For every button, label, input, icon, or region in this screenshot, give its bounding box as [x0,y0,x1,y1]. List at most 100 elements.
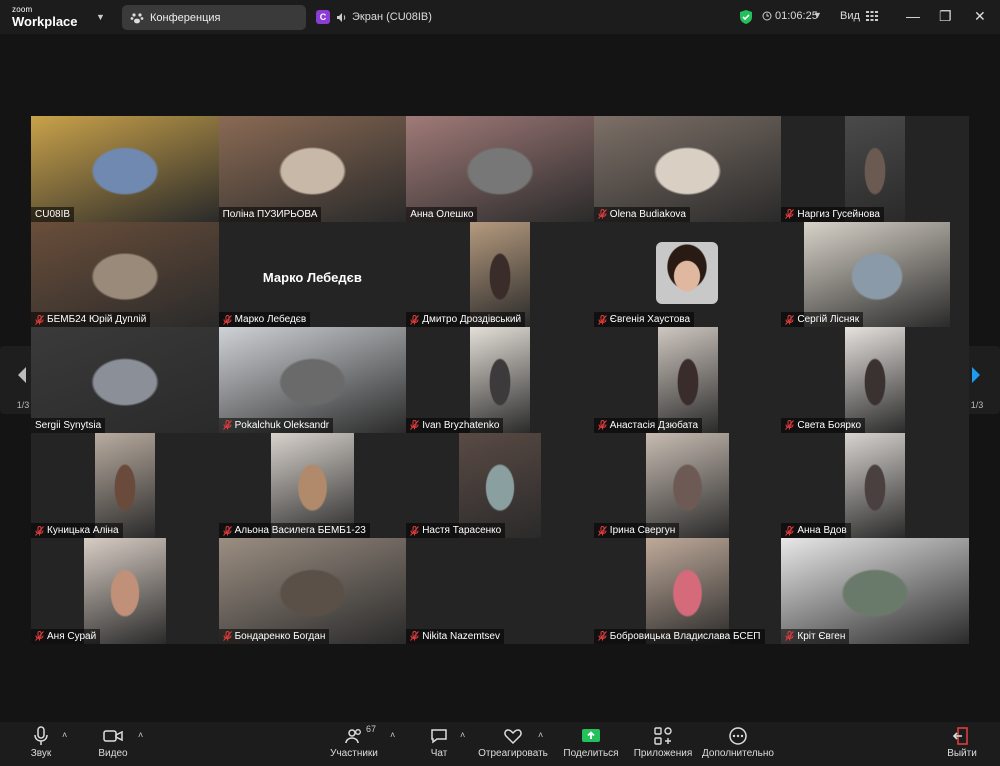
participant-tile[interactable]: Анна Вдов [781,432,969,539]
muted-microphone-icon [597,209,607,219]
participant-name: Sergii Synytsia [35,419,102,431]
minimize-icon[interactable]: — [906,8,920,24]
participant-tile[interactable]: Настя Тарасенко [406,432,594,539]
chevron-down-icon[interactable]: ▼ [96,12,105,22]
video-options-chevron-icon[interactable]: ˄ [138,730,143,740]
more-button[interactable]: Дополнительно [702,726,774,759]
participant-name-bar: Olena Budiakova [593,206,690,222]
screen-share-indicator[interactable]: C Экран (CU08IB) [316,10,432,24]
participant-name-bar: Ivan Bryzhatenko [406,417,504,433]
apps-button[interactable]: Приложения [632,726,694,759]
participant-name: Аня Сурай [47,630,97,642]
participant-tile[interactable]: Света Боярко [781,327,969,433]
participant-tile[interactable]: БЕМБ24 Юрій Дуплій [31,221,219,328]
video-button[interactable]: Видео [98,726,128,759]
participant-name: Бобровицька Владислава БСЕП [609,630,761,642]
participant-name-bar: Куницька Аліна [31,523,123,539]
participant-name-bar: Sergii Synytsia [31,417,106,433]
participant-name: Настя Тарасенко [422,525,502,537]
participant-name-bar: БЕМБ24 Юрій Дуплій [31,312,151,328]
close-icon[interactable]: ✕ [974,8,986,25]
leave-label: Выйти [947,748,977,759]
audio-button[interactable]: Звук [26,726,56,759]
screen-label: Экран (CU08IB) [352,11,432,23]
security-shield-icon[interactable] [739,9,753,25]
video-gallery: CU08IB Поліна ПУЗИРЬОВА Анна Олешко Olena B… [31,116,969,644]
participant-tile[interactable]: Кріт Євген [781,538,969,644]
logo-small-text: zoom [12,5,33,14]
participant-tile[interactable]: Pokalchuk Oleksandr [218,327,407,433]
conference-tab[interactable]: Конференция [122,5,306,30]
grid-icon [865,11,878,21]
muted-microphone-icon [785,420,795,431]
participant-tile[interactable]: Sergii Synytsia [31,327,219,433]
chevron-down-icon[interactable]: ▼ [813,10,822,20]
participant-name: Куницька Аліна [47,525,119,537]
arrow-right-icon [972,367,980,383]
title-bar: zoom Workplace ▼ Конференция C Экран (CU… [0,0,1000,34]
participant-tile[interactable]: Дмитро Дроздівський [406,221,594,328]
participant-name-bar: Наргиз Гусейнова [781,206,884,222]
share-screen-icon [582,729,600,742]
participant-tile[interactable]: Куницька Аліна [31,432,219,539]
leave-button[interactable]: Выйти [944,726,980,759]
meeting-timer[interactable]: 01:06:25 [762,10,818,22]
muted-microphone-icon [35,631,44,642]
muted-microphone-icon [785,631,795,642]
participant-name-bar: Кріт Євген [781,628,850,644]
participant-name: Наргиз Гусейнова [797,208,880,220]
participant-name: Поліна ПУЗИРЬОВА [222,208,318,220]
chat-button[interactable]: Чат [424,726,454,759]
participant-name: Анна Олешко [410,208,474,220]
participant-tile[interactable]: Ірина Свергун [593,432,782,539]
participant-tile[interactable]: Євгенія Хаустова [593,221,782,328]
more-options-icon [729,727,747,745]
muted-microphone-icon [597,314,607,325]
participant-tile[interactable]: CU08IB [31,116,219,222]
participant-tile[interactable]: Анастасія Дзюбата [593,327,782,433]
participant-name-bar: Альона Василега БЕМБ1-23 [218,523,370,539]
participant-tile[interactable]: Анна Олешко [406,116,594,222]
participant-tile[interactable]: Альона Василега БЕМБ1-23 [218,432,407,539]
participant-name-bar: Поліна ПУЗИРЬОВА [218,206,322,222]
participants-options-chevron-icon[interactable]: ˄ [390,730,395,740]
heart-icon [504,729,522,745]
view-button[interactable]: Вид [840,10,878,22]
muted-microphone-icon [222,525,232,536]
participant-name: CU08IB [35,208,71,220]
view-label: Вид [840,10,860,22]
participant-name-bar: Бобровицька Владислава БСЕП [593,628,765,644]
participant-tile[interactable]: Поліна ПУЗИРЬОВА [218,116,407,222]
react-options-chevron-icon[interactable]: ˄ [538,730,543,740]
restore-icon[interactable]: ❐ [939,8,952,25]
participant-name: Анна Вдов [797,525,847,537]
participant-name: Бондаренко Богдан [234,630,326,642]
participant-name-bar: Євгенія Хаустова [593,312,695,328]
participant-name-bar: CU08IB [31,206,75,222]
participant-name-bar: Аня Сурай [31,628,101,644]
participant-name: Света Боярко [797,419,861,431]
muted-microphone-icon [785,209,795,219]
participant-tile[interactable]: Olena Budiakova [593,116,782,222]
video-camera-icon [103,730,123,742]
muted-microphone-icon [35,525,44,536]
participant-tile[interactable]: Сергій Лісняк [781,221,969,328]
paw-icon [130,12,144,23]
participant-tile[interactable]: Nikita Nazemtsev [406,538,594,644]
participant-name: Nikita Nazemtsev [422,630,500,642]
participants-label: Участники [330,748,378,759]
chat-options-chevron-icon[interactable]: ˄ [460,730,465,740]
participant-tile[interactable]: Бобровицька Владислава БСЕП [593,538,782,644]
participant-tile[interactable]: Бондаренко Богдан [218,538,407,644]
zoom-logo: zoom Workplace [12,5,78,29]
more-label: Дополнительно [702,748,774,759]
share-button[interactable]: Поделиться [562,726,620,759]
participant-tile[interactable]: Ivan Bryzhatenko [406,327,594,433]
microphone-icon [34,726,48,745]
leave-door-icon [952,727,968,745]
muted-microphone-icon [597,525,607,536]
audio-options-chevron-icon[interactable]: ˄ [62,730,67,740]
participant-tile[interactable]: Аня Сурай [31,538,219,644]
participant-tile[interactable]: Марко Лебедєв Марко Лебедєв [218,221,407,328]
participant-tile[interactable]: Наргиз Гусейнова [781,116,969,222]
